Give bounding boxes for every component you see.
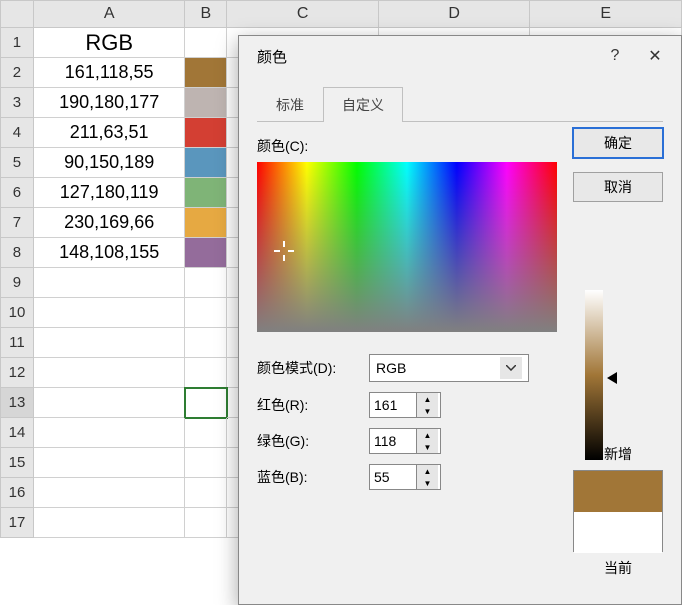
col-header-d[interactable]: D <box>379 0 531 28</box>
cell[interactable] <box>185 388 227 418</box>
color-mode-select[interactable]: RGB <box>369 354 529 382</box>
tab-standard[interactable]: 标准 <box>257 87 323 122</box>
row-header[interactable]: 1 <box>0 28 34 58</box>
col-header-e[interactable]: E <box>530 0 682 28</box>
red-input[interactable] <box>370 393 416 417</box>
cell[interactable] <box>34 268 186 298</box>
row-header[interactable]: 3 <box>0 88 34 118</box>
current-label: 当前 <box>573 558 663 578</box>
cell[interactable] <box>34 418 186 448</box>
select-all-corner[interactable] <box>0 0 34 28</box>
col-header-a[interactable]: A <box>34 0 186 28</box>
red-down-button[interactable]: ▼ <box>416 405 438 417</box>
cell[interactable] <box>185 148 227 178</box>
row-header[interactable]: 2 <box>0 58 34 88</box>
red-spinner[interactable]: ▲ ▼ <box>369 392 441 418</box>
cell[interactable] <box>185 58 227 88</box>
green-spinner[interactable]: ▲ ▼ <box>369 428 441 454</box>
chevron-down-icon <box>500 357 522 379</box>
blue-up-button[interactable]: ▲ <box>416 465 438 477</box>
new-color-swatch <box>574 471 662 512</box>
cell[interactable] <box>185 328 227 358</box>
close-button[interactable]: ✕ <box>635 40 675 72</box>
red-label: 红色(R): <box>257 395 357 415</box>
cell[interactable] <box>185 358 227 388</box>
dialog-tabs: 标准 自定义 <box>257 86 663 122</box>
row-header[interactable]: 7 <box>0 208 34 238</box>
cell[interactable] <box>34 298 186 328</box>
cell[interactable] <box>185 208 227 238</box>
row-header[interactable]: 13 <box>0 388 34 418</box>
crosshair-icon <box>277 244 291 258</box>
color-mode-value: RGB <box>376 360 406 376</box>
row-header[interactable]: 4 <box>0 118 34 148</box>
row-header[interactable]: 12 <box>0 358 34 388</box>
cell[interactable] <box>185 268 227 298</box>
col-header-b[interactable]: B <box>185 0 227 28</box>
row-header[interactable]: 16 <box>0 478 34 508</box>
blue-input[interactable] <box>370 465 416 489</box>
blue-label: 蓝色(B): <box>257 467 357 487</box>
blue-spinner[interactable]: ▲ ▼ <box>369 464 441 490</box>
row-header[interactable]: 14 <box>0 418 34 448</box>
cell[interactable]: 161,118,55 <box>34 58 186 88</box>
new-label: 新增 <box>573 444 663 464</box>
row-header[interactable]: 15 <box>0 448 34 478</box>
color-dialog: 颜色 ? ✕ 确定 取消 标准 自定义 颜色(C): 颜色模式(D): RGB <box>238 35 682 605</box>
cell[interactable] <box>34 508 186 538</box>
row-header[interactable]: 8 <box>0 238 34 268</box>
cell[interactable] <box>34 328 186 358</box>
help-button[interactable]: ? <box>595 40 635 72</box>
dialog-titlebar[interactable]: 颜色 ? ✕ <box>239 36 681 76</box>
red-up-button[interactable]: ▲ <box>416 393 438 405</box>
cell[interactable] <box>34 358 186 388</box>
green-input[interactable] <box>370 429 416 453</box>
green-down-button[interactable]: ▼ <box>416 441 438 453</box>
cell[interactable] <box>34 388 186 418</box>
cell[interactable] <box>185 178 227 208</box>
cell[interactable] <box>185 28 227 58</box>
color-picker-field[interactable] <box>257 162 557 332</box>
cell[interactable] <box>34 448 186 478</box>
column-headers: A B C D E <box>0 0 682 28</box>
cell[interactable] <box>185 88 227 118</box>
ok-button[interactable]: 确定 <box>573 128 663 158</box>
tab-custom[interactable]: 自定义 <box>323 87 403 122</box>
cell[interactable] <box>185 448 227 478</box>
row-header[interactable]: 10 <box>0 298 34 328</box>
color-preview: 新增 当前 <box>573 444 663 578</box>
col-header-c[interactable]: C <box>227 0 379 28</box>
cell[interactable] <box>185 298 227 328</box>
cell[interactable]: 190,180,177 <box>34 88 186 118</box>
row-header[interactable]: 17 <box>0 508 34 538</box>
cell[interactable] <box>185 238 227 268</box>
row-header[interactable]: 9 <box>0 268 34 298</box>
cell[interactable] <box>185 418 227 448</box>
mode-label: 颜色模式(D): <box>257 358 357 378</box>
cell[interactable]: 148,108,155 <box>34 238 186 268</box>
cell[interactable] <box>185 508 227 538</box>
current-color-swatch <box>574 512 662 553</box>
row-header[interactable]: 5 <box>0 148 34 178</box>
cell[interactable]: 230,169,66 <box>34 208 186 238</box>
luminance-arrow-icon[interactable] <box>607 372 617 384</box>
cell[interactable] <box>34 478 186 508</box>
cell[interactable]: RGB <box>34 28 186 58</box>
row-header[interactable]: 11 <box>0 328 34 358</box>
row-header[interactable]: 6 <box>0 178 34 208</box>
cell[interactable]: 90,150,189 <box>34 148 186 178</box>
cell[interactable] <box>185 478 227 508</box>
cell[interactable] <box>185 118 227 148</box>
cell[interactable]: 211,63,51 <box>34 118 186 148</box>
luminance-slider[interactable] <box>585 290 603 460</box>
green-label: 绿色(G): <box>257 431 357 451</box>
green-up-button[interactable]: ▲ <box>416 429 438 441</box>
dialog-title: 颜色 <box>257 46 595 67</box>
blue-down-button[interactable]: ▼ <box>416 477 438 489</box>
cell[interactable]: 127,180,119 <box>34 178 186 208</box>
